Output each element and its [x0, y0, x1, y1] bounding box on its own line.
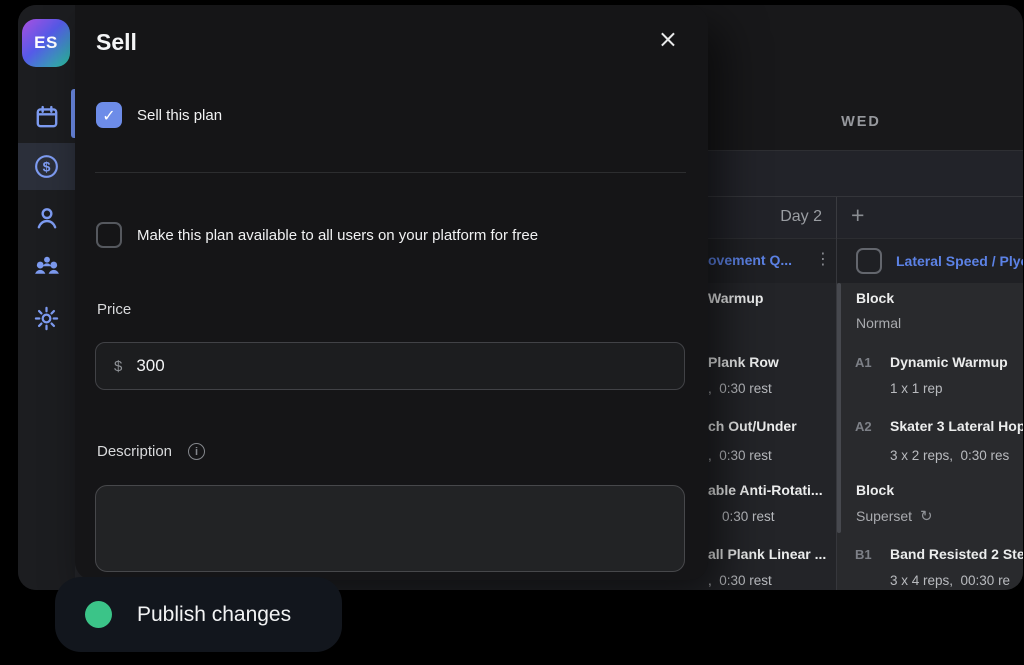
block-mode-label: Superset: [856, 508, 912, 524]
workout-link[interactable]: ovement Q...: [708, 252, 792, 268]
exercise-name[interactable]: ch Out/Under: [708, 418, 797, 434]
exercise-detail: , 0:30 rest: [708, 448, 772, 463]
free-plan-checkbox[interactable]: [96, 222, 122, 248]
sell-plan-label: Sell this plan: [137, 107, 222, 124]
modal-title: Sell: [96, 29, 137, 56]
block-mode-label: Normal: [856, 315, 901, 331]
description-label-row: Description i: [97, 443, 205, 460]
workout-checkbox[interactable]: [856, 248, 882, 274]
info-icon: i: [188, 443, 205, 460]
currency-symbol: $: [114, 358, 122, 375]
check-icon: ✓: [102, 106, 115, 125]
exercise-detail: 1 x 1 rep: [890, 381, 943, 396]
sell-modal: Sell × ✓ Sell this plan Make this plan a…: [75, 5, 708, 580]
workout-column-right: Lateral Speed / Plyo Block Normal A1 Dyn…: [836, 238, 1023, 590]
people-icon: [33, 252, 61, 280]
exercise-detail: , 0:30 rest: [708, 381, 772, 396]
publish-changes-label: Publish changes: [137, 603, 291, 627]
workout-title-row: Lateral Speed / Plyo: [836, 238, 1023, 283]
sell-plan-checkbox[interactable]: ✓: [96, 102, 122, 128]
sidebar-item-settings[interactable]: [18, 294, 75, 342]
workout-link[interactable]: Lateral Speed / Plyo: [896, 253, 1023, 269]
sidebar-item-clients[interactable]: [18, 194, 75, 242]
block-label: Block: [856, 290, 894, 306]
person-icon: [34, 205, 60, 231]
description-label: Description: [97, 443, 172, 460]
gear-icon: [33, 305, 60, 332]
exercise-name[interactable]: Plank Row: [708, 354, 779, 370]
price-input[interactable]: $ 300: [95, 342, 685, 390]
column-divider: [836, 197, 837, 239]
exercise-detail: 3 x 2 reps, 0:30 res: [890, 448, 1009, 463]
description-textarea[interactable]: [95, 485, 685, 572]
block-mode: Normal: [856, 315, 901, 331]
status-dot-icon: [85, 601, 112, 628]
exercise-tag: B1: [855, 547, 872, 562]
exercise-name[interactable]: Skater 3 Lateral Hop: [890, 418, 1023, 434]
free-plan-row: Make this plan available to all users on…: [96, 222, 538, 248]
free-plan-label: Make this plan available to all users on…: [137, 227, 538, 244]
publish-changes-button[interactable]: Publish changes: [55, 577, 342, 652]
exercise-name[interactable]: able Anti-Rotati...: [708, 482, 823, 498]
workspace-logo[interactable]: ES: [22, 19, 70, 67]
sidebar-item-billing[interactable]: $: [18, 143, 75, 190]
block-label: Block: [856, 482, 894, 498]
close-icon[interactable]: ×: [658, 27, 678, 51]
price-value: 300: [136, 356, 164, 376]
kebab-menu-icon[interactable]: ⋮: [815, 249, 831, 268]
divider: [95, 172, 686, 173]
exercise-tag: A1: [855, 355, 872, 370]
repeat-icon: ↻: [920, 507, 933, 525]
add-day-button[interactable]: +: [851, 202, 864, 229]
block-mode: Superset ↻: [856, 507, 933, 525]
block-name: Warmup: [708, 290, 763, 306]
day-header-wed: WED: [811, 114, 911, 130]
sidebar: ES $: [18, 5, 75, 590]
sidebar-item-groups[interactable]: [18, 242, 75, 290]
svg-text:$: $: [43, 158, 51, 174]
price-label: Price: [97, 301, 131, 318]
exercise-detail: , 0:30 rest: [708, 573, 772, 588]
exercise-name[interactable]: all Plank Linear ...: [708, 546, 826, 562]
exercise-detail: 0:30 rest: [722, 509, 775, 524]
exercise-name[interactable]: Dynamic Warmup: [890, 354, 1008, 370]
exercise-name[interactable]: Band Resisted 2 Step: [890, 546, 1023, 562]
exercise-tag: A2: [855, 419, 872, 434]
day-tab[interactable]: Day 2: [715, 208, 822, 226]
sidebar-item-calendar[interactable]: [18, 93, 75, 141]
workout-column-left: ovement Q... ⋮ Warmup Plank Row , 0:30 r…: [708, 238, 836, 590]
calendar-icon: [34, 104, 60, 130]
sell-plan-row: ✓ Sell this plan: [96, 102, 222, 128]
dollar-icon: $: [33, 153, 60, 180]
exercise-detail: 3 x 4 reps, 00:30 re: [890, 573, 1010, 588]
